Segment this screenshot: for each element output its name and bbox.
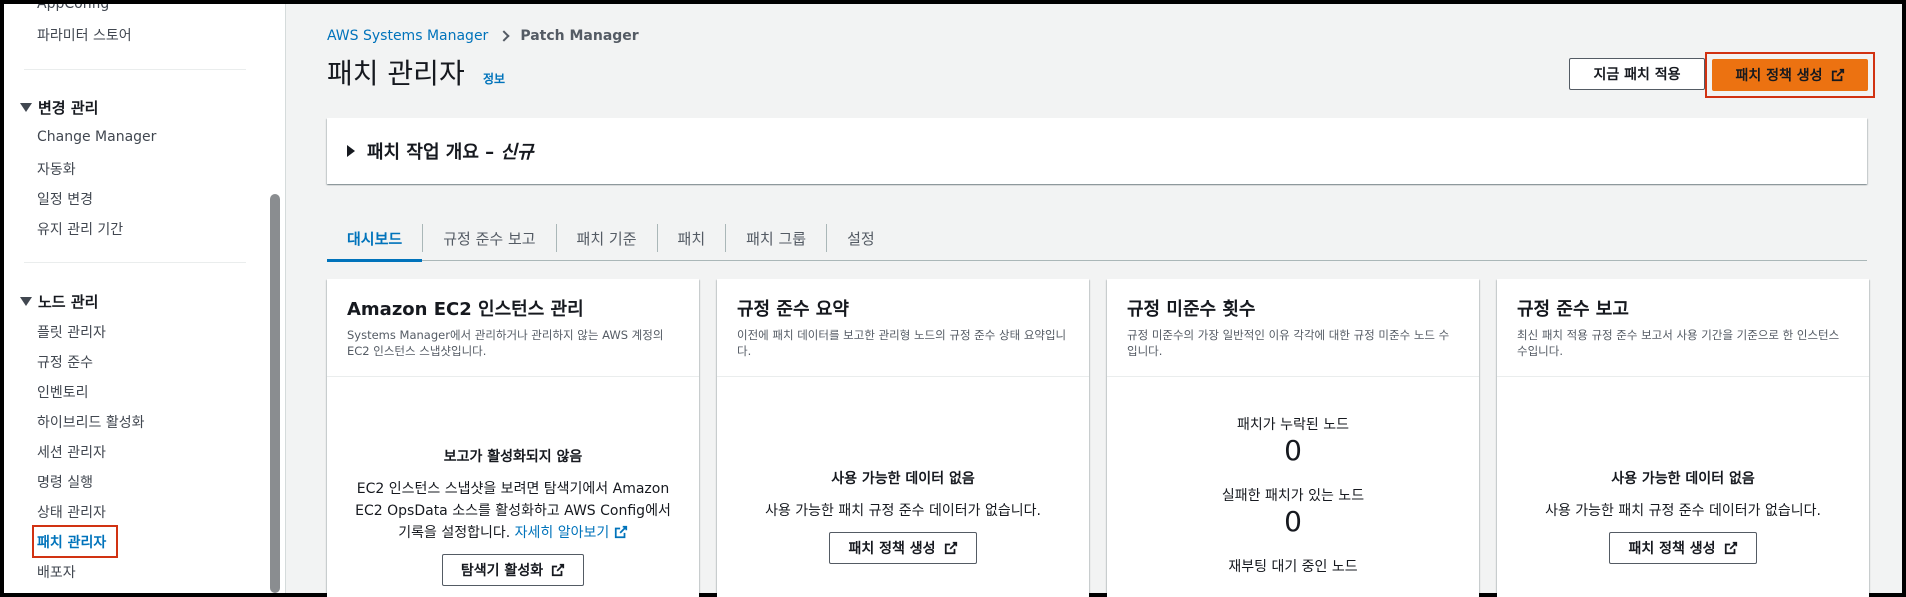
tab-dashboard[interactable]: 대시보드 bbox=[327, 216, 423, 262]
empty-state-description: EC2 인스턴스 스냅샷을 보려면 탐색기에서 Amazon EC2 OpsDa… bbox=[355, 481, 671, 541]
metric-value[interactable]: 0 bbox=[1127, 505, 1459, 538]
caret-right-icon bbox=[347, 145, 355, 157]
tab-settings[interactable]: 설정 bbox=[827, 216, 895, 261]
card-description: Systems Manager에서 관리하거나 관리하지 않는 AWS 계정의 … bbox=[347, 328, 664, 358]
tab-compliance-reporting[interactable]: 규정 준수 보고 bbox=[423, 216, 555, 261]
metric-value[interactable]: 0 bbox=[1127, 434, 1459, 467]
sidebar-scrollbar[interactable] bbox=[270, 194, 280, 593]
external-link-icon bbox=[944, 541, 958, 555]
external-link-icon bbox=[1831, 68, 1845, 82]
empty-state-title: 사용 가능한 데이터 없음 bbox=[831, 471, 975, 487]
button-label: 지금 패치 적용 bbox=[1593, 67, 1681, 83]
card-title: 규정 준수 보고 bbox=[1517, 299, 1629, 320]
sidebar-item-automation[interactable]: 자동화 bbox=[37, 159, 76, 179]
sidebar-divider bbox=[24, 262, 246, 263]
noncompliance-counts-card: 규정 미준수 횟수 규정 미준수의 가장 일반적인 이유 각각에 대한 규정 미… bbox=[1107, 279, 1479, 597]
sidebar-item-state-manager[interactable]: 상태 관리자 bbox=[37, 502, 106, 522]
external-link-icon bbox=[1724, 541, 1738, 555]
page-title: 패치 관리자 bbox=[327, 57, 465, 90]
sidebar-divider bbox=[24, 69, 246, 70]
external-link-icon bbox=[551, 563, 565, 577]
sidebar: AppConfig 파라미터 스토어 변경 관리 Change Manager … bbox=[4, 4, 286, 593]
button-label: 패치 정책 생성 bbox=[1628, 541, 1716, 557]
info-link[interactable]: 정보 bbox=[483, 70, 505, 87]
patch-overview-expandable[interactable]: 패치 작업 개요 – 신규 bbox=[327, 118, 1867, 184]
learn-more-link[interactable]: 자세히 알아보기 bbox=[515, 525, 628, 541]
sidebar-item-appconfig[interactable]: AppConfig bbox=[37, 4, 109, 12]
tab-patch-groups[interactable]: 패치 그룹 bbox=[726, 216, 826, 261]
main-content: AWS Systems Manager Patch Manager 패치 관리자… bbox=[287, 4, 1902, 597]
metric-label: 재부팅 대기 중인 노드 bbox=[1228, 559, 1358, 575]
caret-down-icon bbox=[20, 297, 32, 306]
ec2-instance-management-card: Amazon EC2 인스턴스 관리 Systems Manager에서 관리하… bbox=[327, 279, 699, 597]
tab-patches[interactable]: 패치 bbox=[658, 216, 726, 261]
create-patch-policy-button[interactable]: 패치 정책 생성 bbox=[1609, 532, 1757, 564]
caret-down-icon bbox=[20, 103, 32, 112]
compliance-summary-card: 규정 준수 요약 이전에 패치 데이터를 보고한 관리형 노드의 규정 준수 상… bbox=[717, 279, 1089, 597]
sidebar-item-fleet-manager[interactable]: 플릿 관리자 bbox=[37, 322, 106, 342]
sidebar-section-change-management[interactable]: 변경 관리 bbox=[20, 97, 98, 118]
empty-state-title: 사용 가능한 데이터 없음 bbox=[1611, 471, 1755, 487]
sidebar-item-distributor[interactable]: 배포자 bbox=[37, 562, 76, 582]
compliance-report-card: 규정 준수 보고 최신 패치 적용 규정 준수 보고서 사용 기간을 기준으로 … bbox=[1497, 279, 1869, 597]
card-title: Amazon EC2 인스턴스 관리 bbox=[347, 299, 584, 320]
tab-bar: 대시보드 규정 준수 보고 패치 기준 패치 패치 그룹 설정 bbox=[327, 216, 1867, 262]
empty-state-title: 보고가 활성화되지 않음 bbox=[443, 449, 583, 465]
expandable-title: 패치 작업 개요 – 신규 bbox=[367, 142, 534, 163]
sidebar-section-label: 노드 관리 bbox=[38, 293, 99, 311]
sidebar-item-parameter-store[interactable]: 파라미터 스토어 bbox=[37, 25, 132, 45]
empty-state-description: 사용 가능한 패치 규정 준수 데이터가 없습니다. bbox=[1545, 503, 1821, 519]
card-title: 규정 미준수 횟수 bbox=[1127, 299, 1256, 320]
tab-patch-baselines[interactable]: 패치 기준 bbox=[557, 216, 657, 261]
create-patch-policy-button[interactable]: 패치 정책 생성 bbox=[829, 532, 977, 564]
card-description: 이전에 패치 데이터를 보고한 관리형 노드의 규정 준수 상태 요약입니다. bbox=[737, 328, 1067, 358]
card-description: 규정 미준수의 가장 일반적인 이유 각각에 대한 규정 미준수 노드 수입니다… bbox=[1127, 328, 1450, 358]
card-title: 규정 준수 요약 bbox=[737, 299, 849, 320]
sidebar-item-inventory[interactable]: 인벤토리 bbox=[37, 382, 89, 402]
create-patch-policy-button[interactable]: 패치 정책 생성 bbox=[1712, 59, 1868, 91]
sidebar-item-session-manager[interactable]: 세션 관리자 bbox=[37, 442, 106, 462]
external-link-icon bbox=[614, 525, 628, 539]
sidebar-item-compliance[interactable]: 규정 준수 bbox=[37, 352, 93, 372]
highlight-box bbox=[32, 525, 118, 558]
button-label: 패치 정책 생성 bbox=[848, 541, 936, 557]
sidebar-item-change-calendar[interactable]: 일정 변경 bbox=[37, 189, 93, 209]
highlight-box: 패치 정책 생성 bbox=[1705, 52, 1875, 98]
new-badge: 신규 bbox=[500, 142, 534, 163]
sidebar-section-node-management[interactable]: 노드 관리 bbox=[20, 291, 98, 312]
chevron-right-icon bbox=[498, 30, 510, 42]
empty-state-description: 사용 가능한 패치 규정 준수 데이터가 없습니다. bbox=[765, 503, 1041, 519]
breadcrumb: AWS Systems Manager Patch Manager bbox=[327, 28, 639, 44]
breadcrumb-root-link[interactable]: AWS Systems Manager bbox=[327, 28, 488, 44]
card-description: 최신 패치 적용 규정 준수 보고서 사용 기간을 기준으로 한 인스턴스 수입… bbox=[1517, 328, 1840, 358]
sidebar-item-change-manager[interactable]: Change Manager bbox=[37, 129, 156, 145]
metric-label: 패치가 누락된 노드 bbox=[1237, 417, 1349, 433]
sidebar-item-maintenance-windows[interactable]: 유지 관리 기간 bbox=[37, 219, 123, 239]
enable-explorer-button[interactable]: 탐색기 활성화 bbox=[441, 554, 585, 586]
apply-patch-now-button[interactable]: 지금 패치 적용 bbox=[1569, 58, 1705, 90]
button-label: 패치 정책 생성 bbox=[1735, 68, 1823, 84]
sidebar-item-run-command[interactable]: 명령 실행 bbox=[37, 472, 93, 492]
breadcrumb-current: Patch Manager bbox=[520, 28, 639, 44]
metric-label: 실패한 패치가 있는 노드 bbox=[1221, 488, 1365, 504]
button-label: 탐색기 활성화 bbox=[460, 563, 544, 579]
sidebar-section-label: 변경 관리 bbox=[38, 99, 99, 117]
sidebar-item-hybrid-activations[interactable]: 하이브리드 활성화 bbox=[37, 412, 145, 432]
